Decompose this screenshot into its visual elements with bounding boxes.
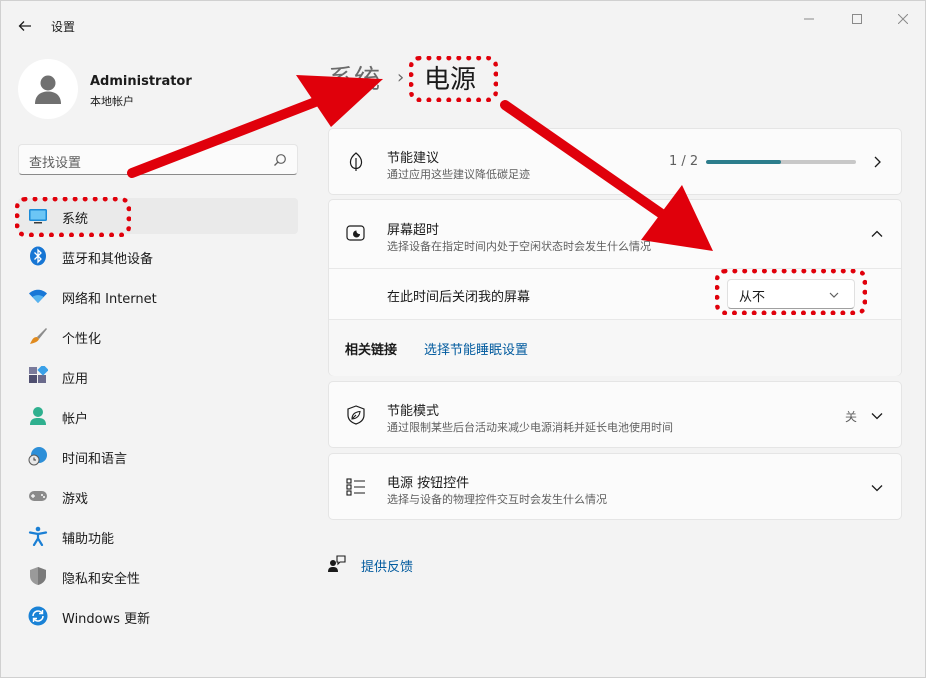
sidebar-item-label: 个性化 bbox=[62, 332, 102, 347]
minimize-button[interactable] bbox=[795, 9, 823, 29]
chevron-down-icon[interactable] bbox=[870, 481, 884, 495]
user-name: Administrator bbox=[90, 74, 192, 89]
brush-icon bbox=[28, 326, 48, 346]
shield-icon bbox=[28, 566, 48, 586]
card-title: 节能建议 bbox=[387, 151, 440, 166]
card-title: 电源 按钮控件 bbox=[387, 476, 470, 491]
sleep-settings-link[interactable]: 选择节能睡眠设置 bbox=[424, 339, 528, 358]
chevron-up-icon[interactable] bbox=[870, 227, 884, 241]
globe-clock-icon bbox=[28, 446, 48, 466]
sidebar-item-label: 应用 bbox=[62, 372, 89, 387]
person-icon bbox=[35, 75, 61, 104]
bluetooth-icon bbox=[28, 246, 48, 266]
settings-window: 设置 Administrator 本地帐户 查找设置 系统 蓝牙和其他设备 网络… bbox=[0, 0, 926, 678]
leaf-shield-icon bbox=[345, 404, 367, 426]
chevron-right-icon[interactable] bbox=[870, 155, 884, 169]
sidebar-item-label: Windows 更新 bbox=[62, 612, 151, 627]
sidebar-item-privacy[interactable]: 隐私和安全性 bbox=[18, 558, 298, 594]
sidebar-item-label: 辅助功能 bbox=[62, 532, 115, 547]
sync-icon bbox=[28, 606, 48, 626]
avatar[interactable] bbox=[18, 59, 78, 119]
annotation-highlight-dropdown bbox=[715, 269, 867, 315]
progress-count: 1 / 2 bbox=[669, 154, 699, 169]
user-account-type: 本地帐户 bbox=[90, 95, 134, 108]
search-icon[interactable] bbox=[273, 153, 287, 167]
minimize-icon bbox=[804, 18, 814, 20]
sidebar-item-accessibility[interactable]: 辅助功能 bbox=[18, 518, 298, 554]
screen-timeout-header[interactable]: 屏幕超时 选择设备在指定时间内处于空闲状态时会发生什么情况 bbox=[329, 200, 901, 268]
maximize-button[interactable] bbox=[843, 9, 871, 29]
sidebar-item-label: 网络和 Internet bbox=[62, 292, 157, 307]
sidebar-item-apps[interactable]: 应用 bbox=[18, 358, 298, 394]
sidebar-item-network[interactable]: 网络和 Internet bbox=[18, 278, 298, 314]
annotation-highlight-power bbox=[409, 56, 498, 102]
account-icon bbox=[28, 406, 48, 426]
app-title: 设置 bbox=[51, 20, 76, 34]
breadcrumb-parent[interactable]: 系统 bbox=[328, 59, 380, 96]
energy-saver-card[interactable]: 节能模式 通过限制某些后台活动来减少电源消耗并延长电池使用时间 关 bbox=[328, 381, 902, 448]
apps-icon bbox=[28, 366, 48, 386]
arrow-left-icon bbox=[18, 21, 31, 31]
leaf-icon bbox=[345, 151, 367, 173]
sidebar-item-accounts[interactable]: 帐户 bbox=[18, 398, 298, 434]
sidebar-item-time-language[interactable]: 时间和语言 bbox=[18, 438, 298, 474]
sidebar-item-gaming[interactable]: 游戏 bbox=[18, 478, 298, 514]
chevron-down-icon[interactable] bbox=[870, 409, 884, 423]
related-links-row: 相关链接 选择节能睡眠设置 bbox=[329, 319, 901, 376]
annotation-highlight-system bbox=[15, 197, 131, 237]
energy-saver-state: 关 bbox=[845, 410, 858, 424]
setting-label: 在此时间后关闭我的屏幕 bbox=[387, 290, 531, 305]
wifi-icon bbox=[28, 286, 48, 306]
list-icon bbox=[345, 476, 367, 498]
feedback-link[interactable]: 提供反馈 bbox=[361, 556, 413, 575]
card-description: 选择设备在指定时间内处于空闲状态时会发生什么情况 bbox=[387, 240, 651, 253]
feedback-icon bbox=[328, 555, 346, 572]
close-icon bbox=[898, 14, 908, 24]
screen-sleep-icon bbox=[345, 223, 367, 245]
breadcrumb-separator: › bbox=[397, 67, 405, 88]
search-input[interactable]: 查找设置 bbox=[29, 152, 81, 171]
power-button-controls-card[interactable]: 电源 按钮控件 选择与设备的物理控件交互时会发生什么情况 bbox=[328, 453, 902, 520]
card-description: 选择与设备的物理控件交互时会发生什么情况 bbox=[387, 493, 607, 506]
progress-bar bbox=[706, 160, 856, 164]
sidebar-item-personalization[interactable]: 个性化 bbox=[18, 318, 298, 354]
close-button[interactable] bbox=[889, 9, 917, 29]
sidebar-item-windows-update[interactable]: Windows 更新 bbox=[18, 598, 298, 634]
sidebar-item-label: 隐私和安全性 bbox=[62, 572, 141, 587]
search-box[interactable]: 查找设置 bbox=[18, 144, 298, 175]
card-description: 通过应用这些建议降低碳足迹 bbox=[387, 168, 530, 181]
title-bar: 设置 bbox=[1, 1, 925, 49]
card-title: 屏幕超时 bbox=[387, 223, 440, 238]
gamepad-icon bbox=[28, 486, 48, 506]
sidebar-item-bluetooth[interactable]: 蓝牙和其他设备 bbox=[18, 238, 298, 274]
card-title: 节能模式 bbox=[387, 404, 440, 419]
sidebar-item-label: 帐户 bbox=[62, 412, 89, 427]
maximize-icon bbox=[852, 14, 862, 24]
energy-recommendations-card[interactable]: 节能建议 通过应用这些建议降低碳足迹 1 / 2 bbox=[328, 128, 902, 195]
back-button[interactable] bbox=[13, 14, 37, 38]
sidebar-item-label: 游戏 bbox=[62, 492, 89, 507]
sidebar-item-label: 时间和语言 bbox=[62, 452, 128, 467]
accessibility-icon bbox=[28, 526, 48, 546]
progress-fill bbox=[706, 160, 781, 164]
sidebar-item-label: 蓝牙和其他设备 bbox=[62, 252, 154, 267]
related-links-title: 相关链接 bbox=[345, 343, 398, 358]
card-description: 通过限制某些后台活动来减少电源消耗并延长电池使用时间 bbox=[387, 421, 673, 434]
